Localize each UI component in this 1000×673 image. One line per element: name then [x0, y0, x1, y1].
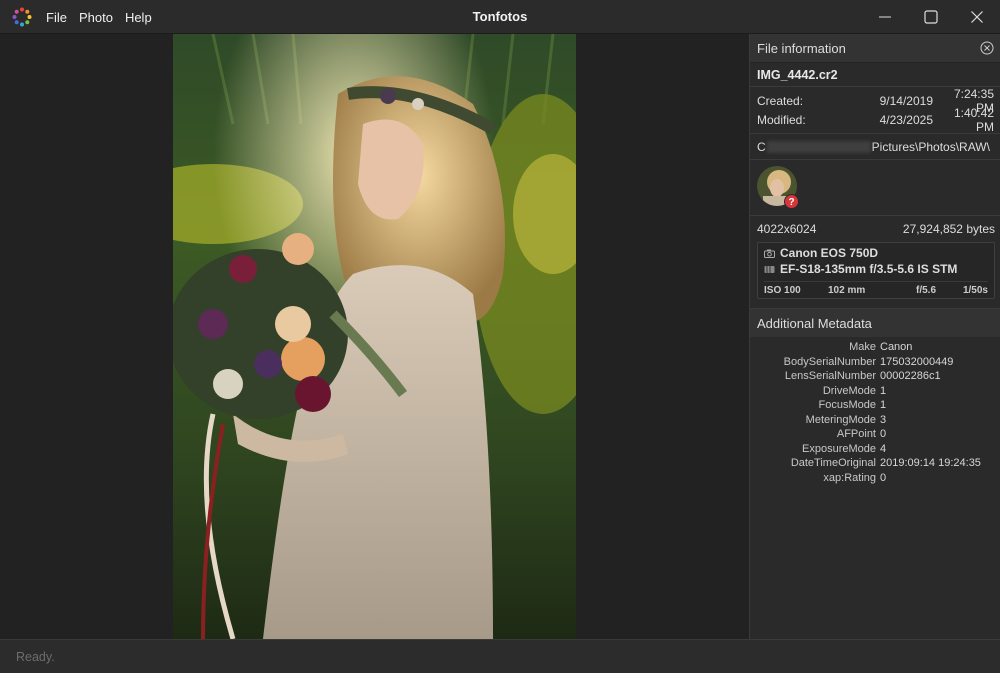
metadata-row: xap:Rating 0 [750, 471, 1000, 486]
image-dimensions: 4022x6024 [757, 222, 817, 236]
minimize-icon [879, 16, 891, 18]
modified-time: 1:40:42 PM [953, 105, 994, 134]
metadata-value: 00002286c1 [880, 370, 941, 382]
file-path[interactable]: C Pictures\Photos\RAW\ [750, 134, 1000, 160]
close-icon [971, 11, 983, 23]
menu-photo[interactable]: Photo [73, 10, 119, 25]
metadata-value: 0 [880, 428, 887, 440]
photo-image[interactable] [173, 34, 576, 639]
question-badge-icon[interactable]: ? [784, 194, 799, 209]
metadata-value: 3 [880, 413, 887, 426]
menu-help[interactable]: Help [119, 10, 158, 25]
metadata-value: 4 [880, 442, 887, 455]
metadata-key: Make [849, 341, 876, 353]
metadata-key: ExposureMode [802, 442, 876, 455]
path-suffix: Pictures\Photos\RAW\ [871, 139, 990, 154]
tonfotos-logo-icon [12, 7, 32, 27]
additional-metadata-header: Additional Metadata [750, 308, 1000, 337]
path-prefix: C [757, 139, 766, 154]
redacted-path [766, 140, 871, 153]
metadata-key: AFPoint [836, 428, 876, 440]
status-bar: Ready. [0, 639, 1000, 673]
metadata-value: 2019:09:14 19:24:35 [880, 457, 981, 469]
metadata-row: AFPoint 0 [750, 427, 1000, 442]
lens-line: EF-S18-135mm f/3.5-5.6 IS STM [764, 261, 988, 277]
metadata-value: Canon [880, 341, 913, 353]
close-button[interactable] [954, 0, 1000, 34]
metadata-row: LensSerialNumber 00002286c1 [750, 369, 1000, 384]
status-text: Ready. [16, 649, 55, 664]
lens-icon [764, 265, 775, 273]
minimize-button[interactable] [862, 0, 908, 34]
metadata-row: FocusMode 1 [750, 398, 1000, 413]
modified-date: 4/23/2025 [879, 112, 933, 127]
modified-label: Modified: [757, 112, 806, 127]
file-size: 27,924,852 bytes [902, 222, 995, 236]
maximize-button[interactable] [908, 0, 954, 34]
dimensions-row: 4022x6024 27,924,852 bytes [750, 216, 1000, 242]
metadata-key: MeteringMode [805, 413, 876, 426]
metadata-key: xap:Rating [823, 471, 876, 484]
created-date: 9/14/2019 [879, 93, 933, 108]
iso-value: ISO 100 [764, 285, 801, 296]
metadata-row: BodySerialNumber 175032000449 [750, 355, 1000, 370]
metadata-key: DriveMode [822, 384, 876, 397]
close-circle-icon[interactable] [980, 41, 994, 55]
camera-info-box: Canon EOS 750D EF-S18-135mm f/3.5-5.6 IS… [757, 242, 995, 299]
metadata-list: Make Canon BodySerialNumber 175032000449 Len… [750, 337, 1000, 485]
file-dates: Created: 9/14/2019 7:24:35 PM Modified: … [750, 87, 1000, 134]
camera-line: Canon EOS 750D [764, 245, 988, 261]
metadata-row: DateTimeOriginal 2019:09:14 19:24:35 [750, 456, 1000, 471]
file-info-title: File information [757, 40, 846, 56]
metadata-key: FocusMode [818, 399, 876, 411]
faces-row: ? [750, 160, 1000, 216]
metadata-key: DateTimeOriginal [790, 457, 876, 469]
modified-row: Modified: 4/23/2025 1:40:42 PM [757, 106, 994, 134]
photo-viewer[interactable] [0, 34, 749, 639]
camera-icon [764, 249, 775, 258]
metadata-row: DriveMode 1 [750, 384, 1000, 399]
file-info-panel: File information IMG_4442.cr2 Created: 9… [749, 34, 1000, 639]
focal-length: 102 mm [828, 285, 866, 296]
title-bar: File Photo Help Tonfotos [0, 0, 1000, 34]
created-label: Created: [757, 93, 804, 108]
metadata-value: 1 [880, 399, 887, 411]
menu-bar: File Photo Help [40, 0, 158, 34]
lens-model: EF-S18-135mm f/3.5-5.6 IS STM [780, 262, 958, 276]
metadata-value: 175032000449 [880, 355, 954, 368]
metadata-key: LensSerialNumber [784, 370, 876, 382]
metadata-value: 0 [880, 471, 887, 484]
metadata-key: BodySerialNumber [783, 355, 876, 368]
metadata-row: ExposureMode 4 [750, 442, 1000, 457]
exposure-row: ISO 100 102 mm f/5.6 1/50s [764, 281, 988, 296]
menu-file[interactable]: File [40, 10, 73, 25]
file-info-header: File information [750, 34, 1000, 63]
maximize-icon [924, 10, 938, 24]
camera-model: Canon EOS 750D [780, 246, 879, 260]
additional-metadata-title: Additional Metadata [757, 315, 872, 331]
shutter-value: 1/50s [962, 285, 988, 296]
metadata-row: MeteringMode 3 [750, 413, 1000, 428]
file-name: IMG_4442.cr2 [750, 63, 1000, 87]
aperture-value: f/5.6 [916, 285, 937, 296]
metadata-row: Make Canon [750, 340, 1000, 355]
metadata-value: 1 [880, 384, 887, 397]
